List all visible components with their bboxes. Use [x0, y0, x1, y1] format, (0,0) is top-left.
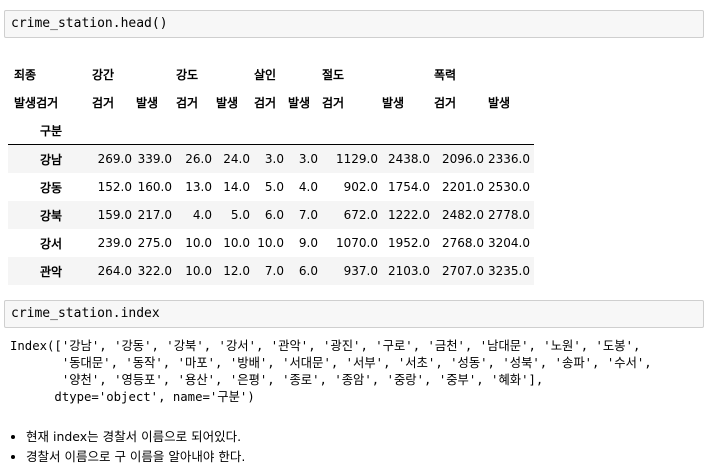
table-cell: 10.0 [176, 257, 216, 285]
table-cell: 1952.0 [388, 236, 430, 250]
column-header [288, 60, 322, 88]
table-cell: 2707.0 [434, 257, 488, 285]
column-subheader: 발생 [382, 95, 405, 110]
output-line: Index(['강남', '강동', '강북', '강서', '관악', '광진… [10, 339, 641, 353]
column-header [136, 60, 176, 88]
code-cell-head[interactable]: crime_station.head() [4, 10, 704, 38]
code-cell-index[interactable]: crime_station.index [4, 300, 704, 328]
table-cell: 6.0 [254, 201, 288, 229]
row-index-label: 강남 [8, 144, 92, 173]
table-cell: 322.0 [136, 257, 176, 285]
row-index-label: 강동 [40, 180, 63, 195]
output-line: '양천', '영등포', '용산', '은평', '종로', '종암', '중랑… [10, 373, 544, 387]
dataframe-table: 죄종 강간 강도 살인 절도 폭력 발생검거 검거 발생 검거 발생 검거 발생 검거 발생 검거 발생 구분… [8, 60, 534, 285]
header-row-status: 발생검거 검거 발생 검거 발생 검거 발생 검거 발생 검거 발생 [8, 88, 534, 116]
table-cell: 1070.0 [336, 236, 378, 250]
table-cell: 2438.0 [382, 144, 434, 173]
code-text[interactable]: crime_station.head() [11, 16, 168, 31]
table-cell: 4.0 [176, 201, 216, 229]
column-header: 폭력 [434, 67, 457, 82]
column-subheader: 검거 [322, 95, 345, 110]
column-subheader: 검거 [434, 95, 457, 110]
column-header: 강간 [92, 67, 115, 82]
table-cell: 275.0 [137, 236, 172, 250]
column-header [216, 60, 254, 88]
column-subheader: 발생 [136, 95, 159, 110]
table-cell: 264.0 [92, 257, 136, 285]
table-row: 관악 264.0 322.0 10.0 12.0 7.0 6.0 937.0 2103.0 270… [8, 257, 534, 285]
table-cell: 902.0 [343, 180, 378, 194]
output-line: '동대문', '동작', '마포', '방배', '서대문', '서부', '서… [10, 356, 652, 370]
table-cell: 1222.0 [382, 201, 434, 229]
table-row: 강동 152.0 160.0 13.0 14.0 5.0 4.0 902.0 1754.0 220… [8, 173, 534, 201]
column-subheader: 발생 [288, 95, 311, 110]
column-subheader: 검거 [92, 95, 115, 110]
table-cell: 2103.0 [382, 257, 434, 285]
column-header: 살인 [254, 67, 277, 82]
table-cell: 1129.0 [322, 144, 382, 173]
table-cell: 10.0 [223, 236, 250, 250]
column-header: 죄종 [14, 67, 37, 82]
table-cell: 2530.0 [488, 180, 530, 194]
note-item: 현재 index는 경찰서 이름으로 되어있다. [26, 427, 245, 447]
notes-list: 현재 index는 경찰서 이름으로 되어있다. 경찰서 이름으로 구 이름을 … [0, 427, 245, 467]
table-cell: 1754.0 [388, 180, 430, 194]
table-cell: 3.0 [254, 144, 288, 173]
table-cell: 2336.0 [488, 144, 534, 173]
header-row-index-name: 구분 [8, 116, 534, 145]
table-cell: 269.0 [92, 144, 136, 173]
header-row-crime-type: 죄종 강간 강도 살인 절도 폭력 [8, 60, 534, 88]
table-cell: 2201.0 [442, 180, 484, 194]
table-cell: 3204.0 [488, 236, 530, 250]
table-row: 강남 269.0 339.0 26.0 24.0 3.0 3.0 1129.0 2438.0 20… [8, 144, 534, 173]
column-subheader: 발생 [216, 95, 239, 110]
row-index-label: 관악 [8, 257, 92, 285]
column-header: 절도 [322, 67, 345, 82]
table-cell: 239.0 [97, 236, 132, 250]
code-text[interactable]: crime_station.index [11, 306, 160, 321]
table-cell: 5.0 [216, 201, 254, 229]
table-cell: 152.0 [97, 180, 132, 194]
note-item: 경찰서 이름으로 구 이름을 알아내야 한다. [26, 447, 245, 467]
table-cell: 2778.0 [488, 201, 534, 229]
table-cell: 159.0 [92, 201, 136, 229]
column-subheader: 검거 [254, 95, 277, 110]
column-subheader: 발생 [488, 95, 511, 110]
table-cell: 4.0 [298, 180, 318, 194]
row-index-label: 강북 [8, 201, 92, 229]
table-cell: 217.0 [136, 201, 176, 229]
table-cell: 160.0 [137, 180, 172, 194]
table-cell: 12.0 [216, 257, 254, 285]
row-index-label: 강서 [40, 236, 63, 251]
table-cell: 3235.0 [488, 257, 534, 285]
column-header: 강도 [176, 67, 199, 82]
table-row: 강북 159.0 217.0 4.0 5.0 6.0 7.0 672.0 1222.0 2482.… [8, 201, 534, 229]
index-name-label: 구분 [8, 116, 92, 145]
table-cell: 5.0 [264, 180, 284, 194]
table-row: 강서 239.0 275.0 10.0 10.0 10.0 9.0 1070.0 1952.0 2… [8, 229, 534, 257]
output-line: dtype='object', name='구분') [10, 390, 255, 404]
table-cell: 2482.0 [434, 201, 488, 229]
table-cell: 937.0 [322, 257, 382, 285]
table-cell: 2096.0 [434, 144, 488, 173]
table-cell: 2768.0 [442, 236, 484, 250]
table-cell: 3.0 [288, 144, 322, 173]
column-header [382, 60, 434, 88]
table-cell: 7.0 [288, 201, 322, 229]
column-header [488, 60, 534, 88]
table-cell: 672.0 [322, 201, 382, 229]
column-subheader: 발생검거 [14, 95, 59, 110]
table-cell: 339.0 [136, 144, 176, 173]
table-cell: 10.0 [185, 236, 212, 250]
table-cell: 10.0 [257, 236, 284, 250]
table-cell: 26.0 [176, 144, 216, 173]
table-cell: 14.0 [223, 180, 250, 194]
table-cell: 9.0 [298, 236, 318, 250]
table-cell: 6.0 [288, 257, 322, 285]
column-subheader: 검거 [176, 95, 199, 110]
index-output: Index(['강남', '강동', '강북', '강서', '관악', '광진… [10, 338, 652, 406]
table-cell: 7.0 [254, 257, 288, 285]
table-cell: 24.0 [216, 144, 254, 173]
table-cell: 13.0 [185, 180, 212, 194]
